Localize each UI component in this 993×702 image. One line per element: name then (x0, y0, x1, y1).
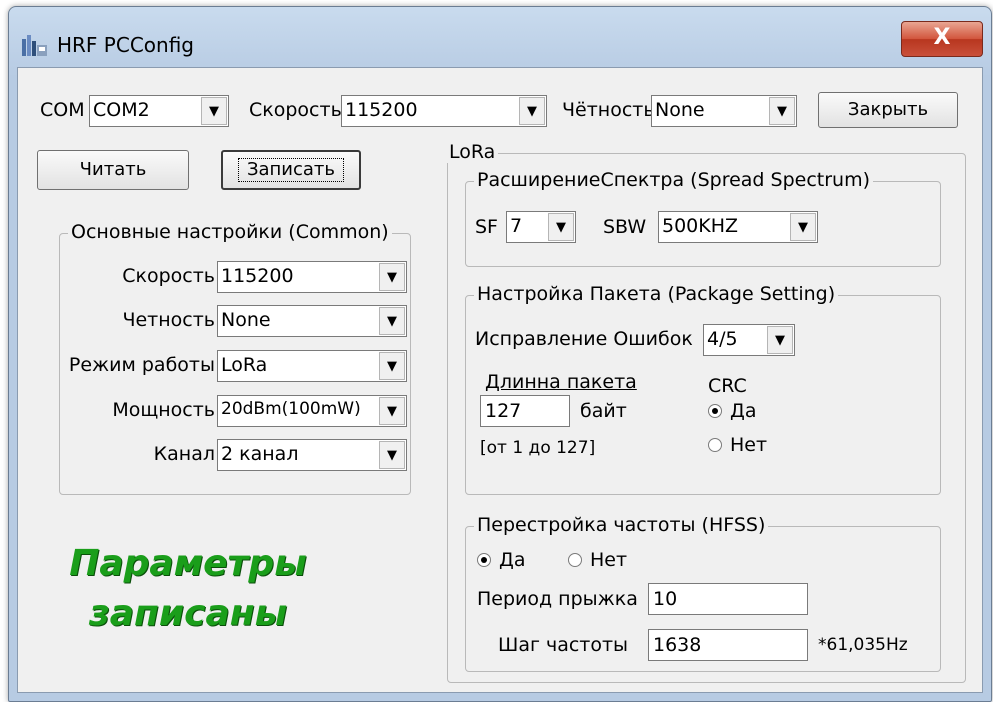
hop-period-label: Период прыжка (477, 588, 638, 610)
speed-label: Скорость (249, 99, 342, 121)
write-button[interactable]: Записать (221, 150, 361, 190)
freq-step-input[interactable]: 1638 (648, 629, 808, 661)
status-message-line2: записаны (88, 593, 288, 634)
dialog-client-area: COM COM2 ▼ Скорость 115200 ▼ Чётность No… (17, 67, 983, 693)
status-message-line1: Параметры (69, 543, 307, 584)
sf-label: SF (475, 216, 498, 238)
fec-label: Исправление Ошибок (475, 328, 693, 350)
crc-yes-radio[interactable]: Да (708, 400, 798, 424)
chevron-down-icon[interactable]: ▼ (379, 307, 405, 335)
hfss-yes-radio[interactable]: Да (477, 549, 557, 573)
chevron-down-icon[interactable]: ▼ (379, 352, 405, 380)
packet-length-input[interactable]: 127 (480, 395, 570, 427)
common-settings-title: Основные настройки (Common) (68, 221, 392, 243)
hfss-no-radio[interactable]: Нет (568, 549, 658, 573)
mode-select[interactable]: LoRa ▼ (217, 350, 407, 382)
spread-spectrum-title: РасширениеСпектра (Spread Spectrum) (474, 169, 873, 191)
radio-unselected-icon (568, 553, 582, 567)
chevron-down-icon[interactable]: ▼ (548, 213, 574, 241)
freq-step-unit: *61,035Hz (818, 635, 908, 655)
sbw-label: SBW (603, 216, 647, 238)
chevron-down-icon[interactable]: ▼ (519, 97, 545, 125)
lora-title: LoRa (446, 141, 499, 163)
chevron-down-icon[interactable]: ▼ (790, 213, 816, 241)
packet-length-label: Длинна пакета (485, 371, 637, 393)
sbw-select[interactable]: 500KHZ ▼ (658, 211, 818, 243)
title-bar[interactable]: HRF PCConfig X (9, 7, 991, 65)
read-button[interactable]: Читать (37, 150, 189, 190)
app-window: HRF PCConfig X COM COM2 ▼ Скорость 11520… (8, 6, 992, 702)
channel-label: Канал (153, 443, 215, 465)
crc-label: CRC (708, 375, 747, 397)
common-parity-select[interactable]: None ▼ (217, 305, 407, 337)
window-close-button[interactable]: X (901, 21, 983, 57)
common-speed-select[interactable]: 115200 ▼ (217, 261, 407, 293)
chevron-down-icon[interactable]: ▼ (767, 326, 793, 354)
chevron-down-icon[interactable]: ▼ (769, 97, 795, 125)
chevron-down-icon[interactable]: ▼ (379, 397, 405, 425)
power-label: Мощность (112, 399, 215, 421)
window-title: HRF PCConfig (57, 33, 194, 57)
packet-length-unit: байт (580, 400, 627, 422)
common-parity-label: Четность (122, 309, 215, 331)
fec-select[interactable]: 4/5 ▼ (703, 324, 795, 356)
close-icon: X (933, 25, 951, 50)
parity-label: Чётность (562, 99, 655, 121)
chevron-down-icon[interactable]: ▼ (379, 441, 405, 469)
hfss-title: Перестройка частоты (HFSS) (474, 514, 769, 536)
channel-select[interactable]: 2 канал ▼ (217, 439, 407, 471)
crc-no-radio[interactable]: Нет (708, 434, 798, 458)
package-setting-title: Настройка Пакета (Package Setting) (474, 283, 839, 305)
packet-length-range: [от 1 до 127] (480, 438, 596, 458)
parity-select[interactable]: None ▼ (651, 95, 797, 127)
baud-rate-select[interactable]: 115200 ▼ (341, 95, 547, 127)
chevron-down-icon[interactable]: ▼ (201, 97, 227, 125)
chevron-down-icon[interactable]: ▼ (379, 263, 405, 291)
app-icon (22, 35, 47, 56)
radio-unselected-icon (708, 438, 722, 452)
com-port-select[interactable]: COM2 ▼ (89, 95, 229, 127)
hop-period-input[interactable]: 10 (648, 583, 808, 615)
radio-selected-icon (477, 553, 491, 567)
radio-selected-icon (708, 404, 722, 418)
power-select[interactable]: 20dBm(100mW) ▼ (217, 395, 407, 427)
freq-step-label: Шаг частоты (498, 634, 629, 656)
sf-select[interactable]: 7 ▼ (506, 211, 576, 243)
com-label: COM (40, 99, 85, 121)
close-port-button[interactable]: Закрыть (818, 92, 958, 128)
common-speed-label: Скорость (122, 265, 215, 287)
mode-label: Режим работы (68, 354, 215, 376)
